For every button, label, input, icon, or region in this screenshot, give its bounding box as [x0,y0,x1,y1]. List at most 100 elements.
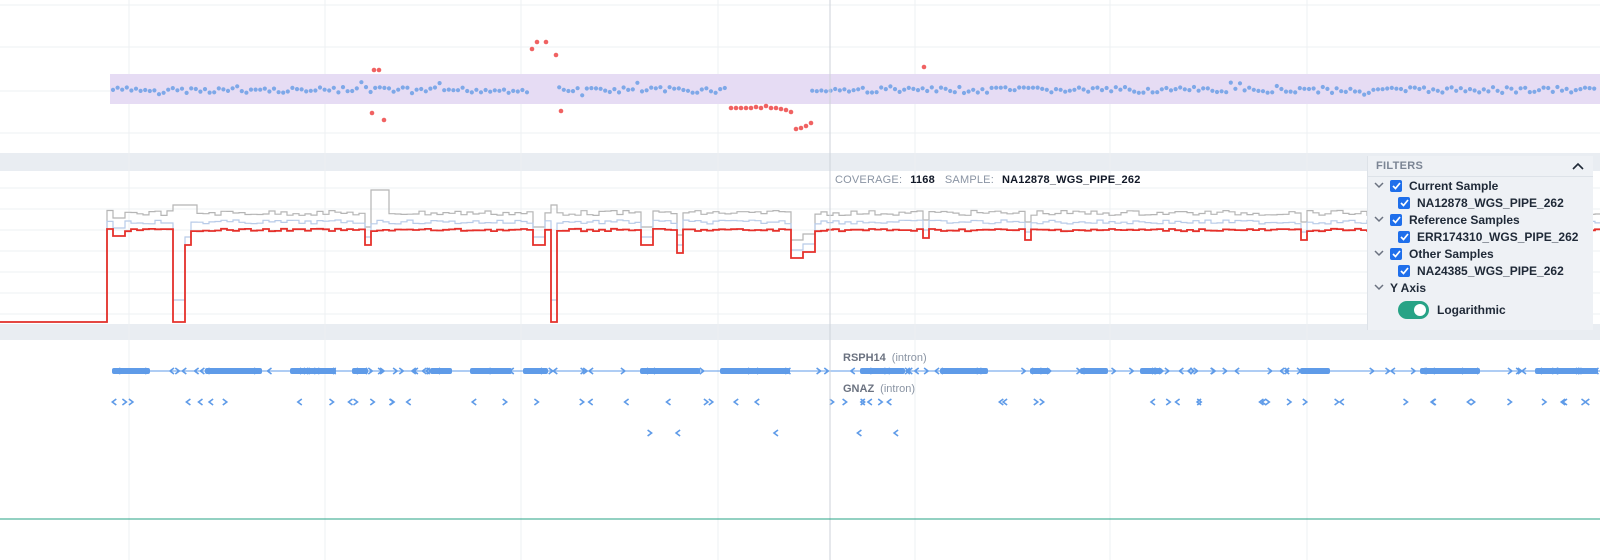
data-point [465,88,470,94]
data-point [170,86,175,91]
data-point [363,85,369,90]
outlier-point [753,104,759,110]
gene-feature-marker [185,398,191,406]
data-point [851,88,856,93]
filters-panel: FILTERS Current Sample NA12878_WGS_PIPE_… [1367,156,1593,330]
reference-samples-checkbox[interactable] [1390,213,1402,226]
data-point [317,85,323,90]
data-point [409,91,415,96]
outlier-point [778,106,784,112]
data-point [1348,86,1353,91]
data-point [1293,90,1298,95]
data-point [1472,88,1477,93]
gene-feature-marker [842,398,848,406]
data-point [1477,90,1482,95]
data-point [1178,85,1183,90]
data-point [925,88,930,94]
data-point [147,88,152,94]
data-point [428,86,433,91]
data-point [1155,90,1160,95]
other-samples-checkbox[interactable] [1390,247,1402,260]
data-point [561,87,566,92]
gene-feature-marker [1403,398,1409,406]
data-point [276,90,281,95]
data-point [225,88,231,93]
chevron-down-icon[interactable] [1372,281,1386,295]
data-point [345,89,350,94]
genome-coverage-viewer[interactable]: COVERAGE: 1168 SAMPLE: NA12878_WGS_PIPE_262… [0,0,1600,560]
data-point [1164,85,1169,91]
data-point [1421,85,1427,90]
data-point [718,87,723,92]
data-point [179,86,185,91]
outlier-point [763,103,769,109]
sample-checkbox[interactable] [1398,264,1410,277]
coverage-track [0,189,1600,323]
data-point [120,87,125,92]
filter-group-reference: Reference Samples [1368,211,1593,228]
data-point [1573,88,1578,93]
data-point [980,87,985,92]
data-point [1440,90,1445,95]
outlier-point [773,105,779,111]
filter-group-label: Current Sample [1409,178,1499,193]
data-point [1219,89,1224,94]
data-point [874,90,879,95]
data-point [1444,86,1450,91]
data-point [1228,80,1233,85]
gene-feature-marker [665,398,671,406]
data-point [1375,87,1381,92]
data-point [1394,86,1399,91]
current-sample-checkbox[interactable] [1390,179,1402,192]
outlier-point [803,123,809,129]
sample-checkbox[interactable] [1398,196,1410,209]
gene-feature-marker [1001,398,1008,406]
data-point [708,89,714,94]
tracks-canvas[interactable] [0,0,1600,560]
data-point [115,85,120,90]
data-point [1412,85,1417,90]
logarithmic-toggle[interactable] [1398,301,1429,319]
data-point [152,88,157,93]
data-point [423,89,428,94]
gene-feature-marker [207,398,214,406]
data-point [262,86,267,91]
data-point [382,85,387,90]
data-point [810,88,815,93]
chevron-down-icon[interactable] [1372,213,1386,227]
data-point [1058,87,1063,92]
chevron-down-icon[interactable] [1372,179,1386,193]
data-point [1265,90,1270,95]
data-point [1072,87,1077,92]
data-point [469,90,474,95]
data-point [1237,81,1243,86]
data-point [1044,87,1049,92]
data-point [1141,90,1146,95]
gene-feature-marker [369,398,376,406]
filter-group-label: Other Samples [1409,246,1494,261]
gene-feature-marker [533,398,540,406]
outlier-point [808,120,814,126]
chevron-down-icon[interactable] [1372,247,1386,261]
data-point [1187,88,1192,93]
y-axis-toggle-row: Logarithmic [1368,296,1593,324]
data-point [1279,86,1284,92]
data-point [1403,89,1408,94]
data-point [442,88,447,93]
data-point [616,90,622,95]
data-point [557,85,562,90]
data-point [1481,87,1486,92]
data-point [1467,87,1473,92]
data-point [934,89,939,94]
check-icon [1391,215,1401,224]
outlier-point [529,46,535,52]
gene-feature-marker [110,398,117,406]
data-point [704,86,709,91]
chevron-up-icon[interactable] [1569,157,1587,175]
gene-feature-marker [353,398,359,406]
exon-block [720,368,790,374]
data-point [1559,88,1565,93]
sample-checkbox[interactable] [1398,230,1410,243]
data-point [198,89,203,94]
data-point [322,87,327,92]
